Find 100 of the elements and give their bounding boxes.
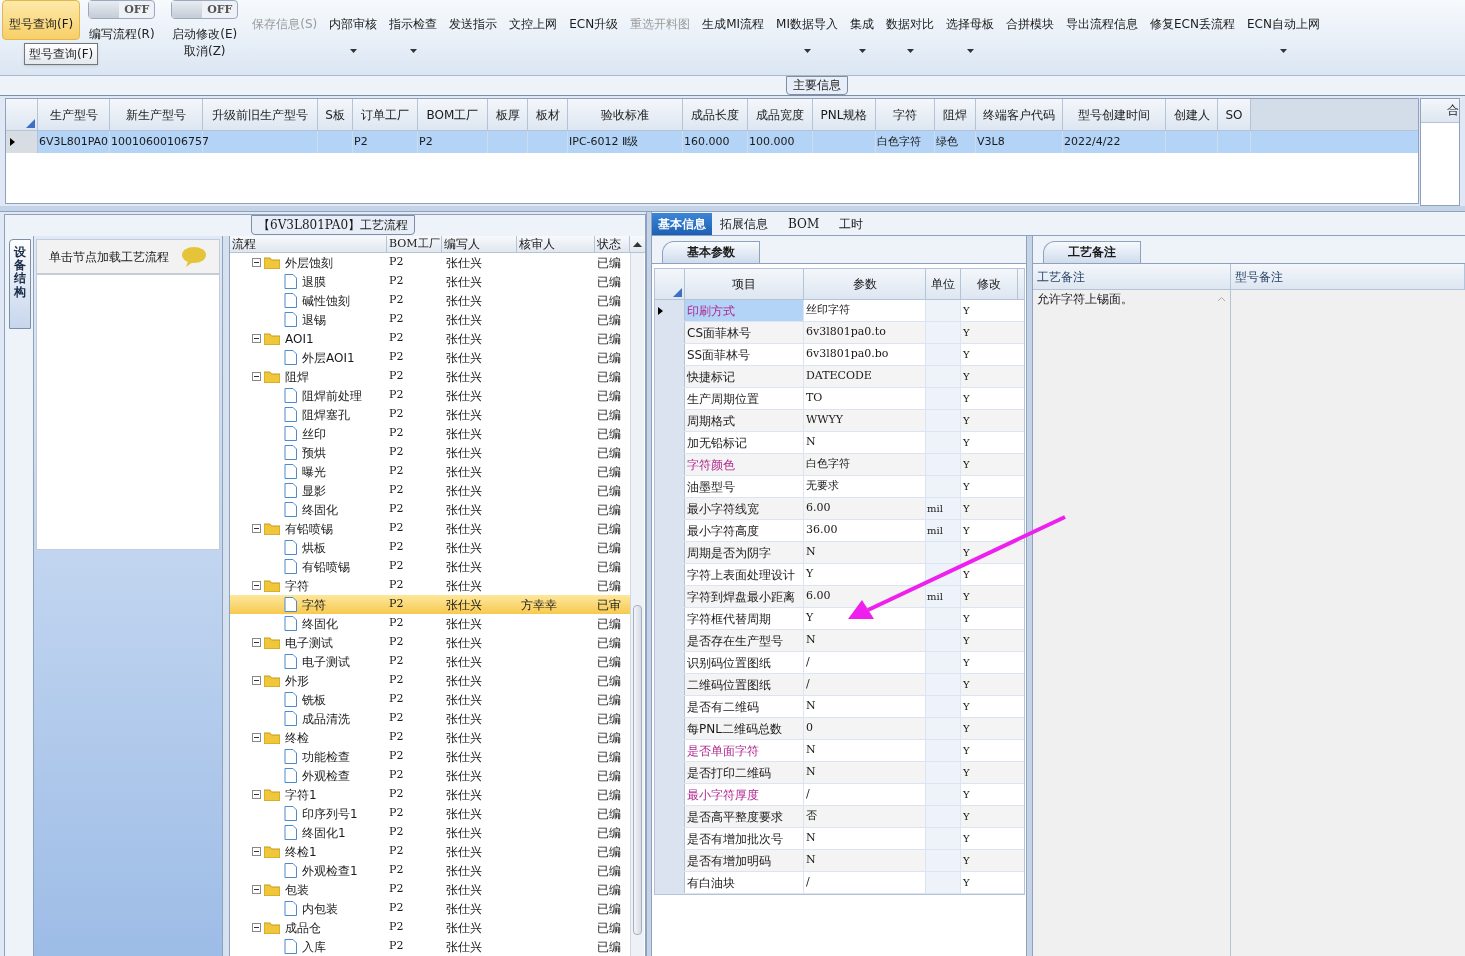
param-row[interactable]: 最小字符线宽 6.00 mil Y xyxy=(655,498,1024,520)
column-header[interactable]: 状态 xyxy=(595,236,630,252)
column-header[interactable]: 新生产型号 xyxy=(110,99,203,130)
tree-row[interactable]: 印序列号1 P2 张仕兴 已编 xyxy=(230,804,630,823)
toolbar-button[interactable]: 型号查询(F) xyxy=(2,0,81,40)
tree-row[interactable]: 终固化 P2 张仕兴 已编 xyxy=(230,500,630,519)
tab[interactable]: 基本信息 xyxy=(652,213,712,235)
tab[interactable]: BOM xyxy=(776,213,832,235)
tab[interactable]: 拓展信息 xyxy=(714,213,774,235)
column-header[interactable]: 合 xyxy=(1421,99,1459,123)
table-row[interactable]: 6V3L801PA0 10010600106757 P2 P2 IPC-6012 Ⅱ级 160.000 100.000 白色字符 绿色 V3L8 2022/4/22 xyxy=(6,131,1418,153)
column-header[interactable]: 成品宽度 xyxy=(748,99,813,130)
tree-row[interactable]: 丝印 P2 张仕兴 已编 xyxy=(230,424,630,443)
tree-row[interactable]: 阻焊塞孔 P2 张仕兴 已编 xyxy=(230,405,630,424)
tree-row[interactable]: 终检1 P2 张仕兴 已编 xyxy=(230,842,630,861)
tree-row[interactable]: AOI1 P2 张仕兴 已编 xyxy=(230,329,630,348)
column-header[interactable]: 终端客户代码 xyxy=(976,99,1063,130)
tree-row[interactable]: 阻焊 P2 张仕兴 已编 xyxy=(230,367,630,386)
param-row[interactable]: 快捷标记 DATECODE Y xyxy=(655,366,1024,388)
cancel-button[interactable]: 取消(Z) xyxy=(183,43,226,59)
column-header[interactable]: 单位 xyxy=(926,269,961,299)
tree-row[interactable]: 字符 P2 张仕兴 方幸幸 已审 xyxy=(230,595,630,614)
tree-row[interactable]: 入库 P2 张仕兴 已编 xyxy=(230,937,630,956)
column-header[interactable]: 型号备注 xyxy=(1231,264,1465,289)
tree-row[interactable]: 外形 P2 张仕兴 已编 xyxy=(230,671,630,690)
tree-row[interactable]: 功能检查 P2 张仕兴 已编 xyxy=(230,747,630,766)
tree-row[interactable]: 成品清洗 P2 张仕兴 已编 xyxy=(230,709,630,728)
column-header[interactable]: 编写人 xyxy=(442,236,517,252)
param-row[interactable]: 二维码位置图纸 / Y xyxy=(655,674,1024,696)
column-header[interactable]: 创建人 xyxy=(1166,99,1218,130)
toolbar-button[interactable]: 导出流程信息 xyxy=(1060,0,1144,40)
param-row[interactable]: 油墨型号 无要求 Y xyxy=(655,476,1024,498)
column-header[interactable]: 修改 xyxy=(961,269,1018,299)
column-header[interactable]: BOM工厂 xyxy=(418,99,488,130)
toolbar-button[interactable]: MI数据导入 xyxy=(770,0,844,40)
tree-row[interactable]: 曝光 P2 张仕兴 已编 xyxy=(230,462,630,481)
toolbar-button[interactable]: ECN自动上网 xyxy=(1240,0,1326,40)
column-header[interactable]: 型号创建时间 xyxy=(1063,99,1166,130)
param-row[interactable]: 最小字符高度 36.00 mil Y xyxy=(655,520,1024,542)
param-row[interactable]: 识别码位置图纸 / Y xyxy=(655,652,1024,674)
toolbar-button[interactable]: 集成 xyxy=(844,0,880,40)
column-header[interactable]: 阻焊 xyxy=(935,99,976,130)
param-row[interactable]: 字符框代替周期 Y Y xyxy=(655,608,1024,630)
tree-row[interactable]: 外观检查1 P2 张仕兴 已编 xyxy=(230,861,630,880)
tree-row[interactable]: 外层AOI1 P2 张仕兴 已编 xyxy=(230,348,630,367)
param-row[interactable]: 是否打印二维码 N Y xyxy=(655,762,1024,784)
tree-row[interactable]: 显影 P2 张仕兴 已编 xyxy=(230,481,630,500)
column-header[interactable]: 核审人 xyxy=(517,236,595,252)
row-header[interactable] xyxy=(6,131,38,153)
column-header[interactable]: S板 xyxy=(318,99,353,130)
param-row[interactable]: 是否存在生产型号 N Y xyxy=(655,630,1024,652)
tree-row[interactable]: 字符 P2 张仕兴 已编 xyxy=(230,576,630,595)
toolbar-button[interactable]: 发送指示 xyxy=(443,0,504,40)
param-row[interactable]: 加无铅标记 N Y xyxy=(655,432,1024,454)
param-row[interactable]: 字符上表面处理设计 Y Y xyxy=(655,564,1024,586)
param-row[interactable]: 字符颜色 白色字符 Y xyxy=(655,454,1024,476)
tree-row[interactable]: 外层蚀刻 P2 张仕兴 已编 xyxy=(230,253,630,272)
column-header[interactable]: 验收标准 xyxy=(568,99,683,130)
tree-row[interactable]: 终检 P2 张仕兴 已编 xyxy=(230,728,630,747)
param-row[interactable]: 最小字符厚度 / Y xyxy=(655,784,1024,806)
param-row[interactable]: 周期是否为阴字 N Y xyxy=(655,542,1024,564)
tab[interactable]: 工时 xyxy=(833,213,870,235)
tree-row[interactable]: 烘板 P2 张仕兴 已编 xyxy=(230,538,630,557)
tree-row[interactable]: 有铅喷锡 P2 张仕兴 已编 xyxy=(230,557,630,576)
tree-row[interactable]: 终固化1 P2 张仕兴 已编 xyxy=(230,823,630,842)
tree-row[interactable]: 铣板 P2 张仕兴 已编 xyxy=(230,690,630,709)
toolbar-button[interactable]: ECN升级 xyxy=(563,0,625,40)
column-header[interactable]: 成品长度 xyxy=(683,99,748,130)
tree-row[interactable]: 成品仓 P2 张仕兴 已编 xyxy=(230,918,630,937)
toolbar-button[interactable]: 修复ECN丢流程 xyxy=(1144,0,1241,40)
tree-row[interactable]: 阻焊前处理 P2 张仕兴 已编 xyxy=(230,386,630,405)
tree-row[interactable]: 终固化 P2 张仕兴 已编 xyxy=(230,614,630,633)
column-header[interactable]: 项目 xyxy=(685,269,804,299)
column-header[interactable]: 订单工厂 xyxy=(353,99,418,130)
toolbar-button[interactable]: 合拼模块 xyxy=(1000,0,1060,40)
panel-tab[interactable]: 工艺备注 xyxy=(1043,241,1141,263)
tree-row[interactable]: 电子测试 P2 张仕兴 已编 xyxy=(230,633,630,652)
tree-row[interactable]: 退锡 P2 张仕兴 已编 xyxy=(230,310,630,329)
toggle-switch[interactable]: OFF xyxy=(171,0,239,19)
param-row[interactable]: 字符到焊盘最小距离 6.00 mil Y xyxy=(655,586,1024,608)
panel-tab[interactable]: 基本参数 xyxy=(662,241,760,263)
param-row[interactable]: 生产周期位置 TO Y xyxy=(655,388,1024,410)
param-row[interactable]: 每PNL二维码总数 0 Y xyxy=(655,718,1024,740)
tree-row[interactable]: 预烘 P2 张仕兴 已编 xyxy=(230,443,630,462)
param-row[interactable]: 是否有增加明码 N Y xyxy=(655,850,1024,872)
column-header[interactable]: 参数 xyxy=(804,269,926,299)
tree-row[interactable]: 包装 P2 张仕兴 已编 xyxy=(230,880,630,899)
column-header[interactable]: 工艺备注 xyxy=(1033,264,1231,289)
column-header[interactable]: PNL规格 xyxy=(813,99,876,130)
toolbar-button[interactable]: 指示检查 xyxy=(383,0,444,40)
param-row[interactable]: 是否有二维码 N Y xyxy=(655,696,1024,718)
param-row[interactable]: 印刷方式 丝印字符 Y xyxy=(655,300,1024,322)
row-header[interactable] xyxy=(655,300,685,321)
tree-row[interactable]: 字符1 P2 张仕兴 已编 xyxy=(230,785,630,804)
scroll-up-icon[interactable] xyxy=(632,241,642,247)
param-row[interactable]: 是否高平整度要求 否 Y xyxy=(655,806,1024,828)
column-header[interactable]: 流程 xyxy=(230,236,387,252)
column-header[interactable]: 升级前旧生产型号 xyxy=(203,99,318,130)
toolbar-button[interactable]: 数据对比 xyxy=(880,0,940,40)
toolbar-button[interactable]: 选择母板 xyxy=(940,0,1000,40)
